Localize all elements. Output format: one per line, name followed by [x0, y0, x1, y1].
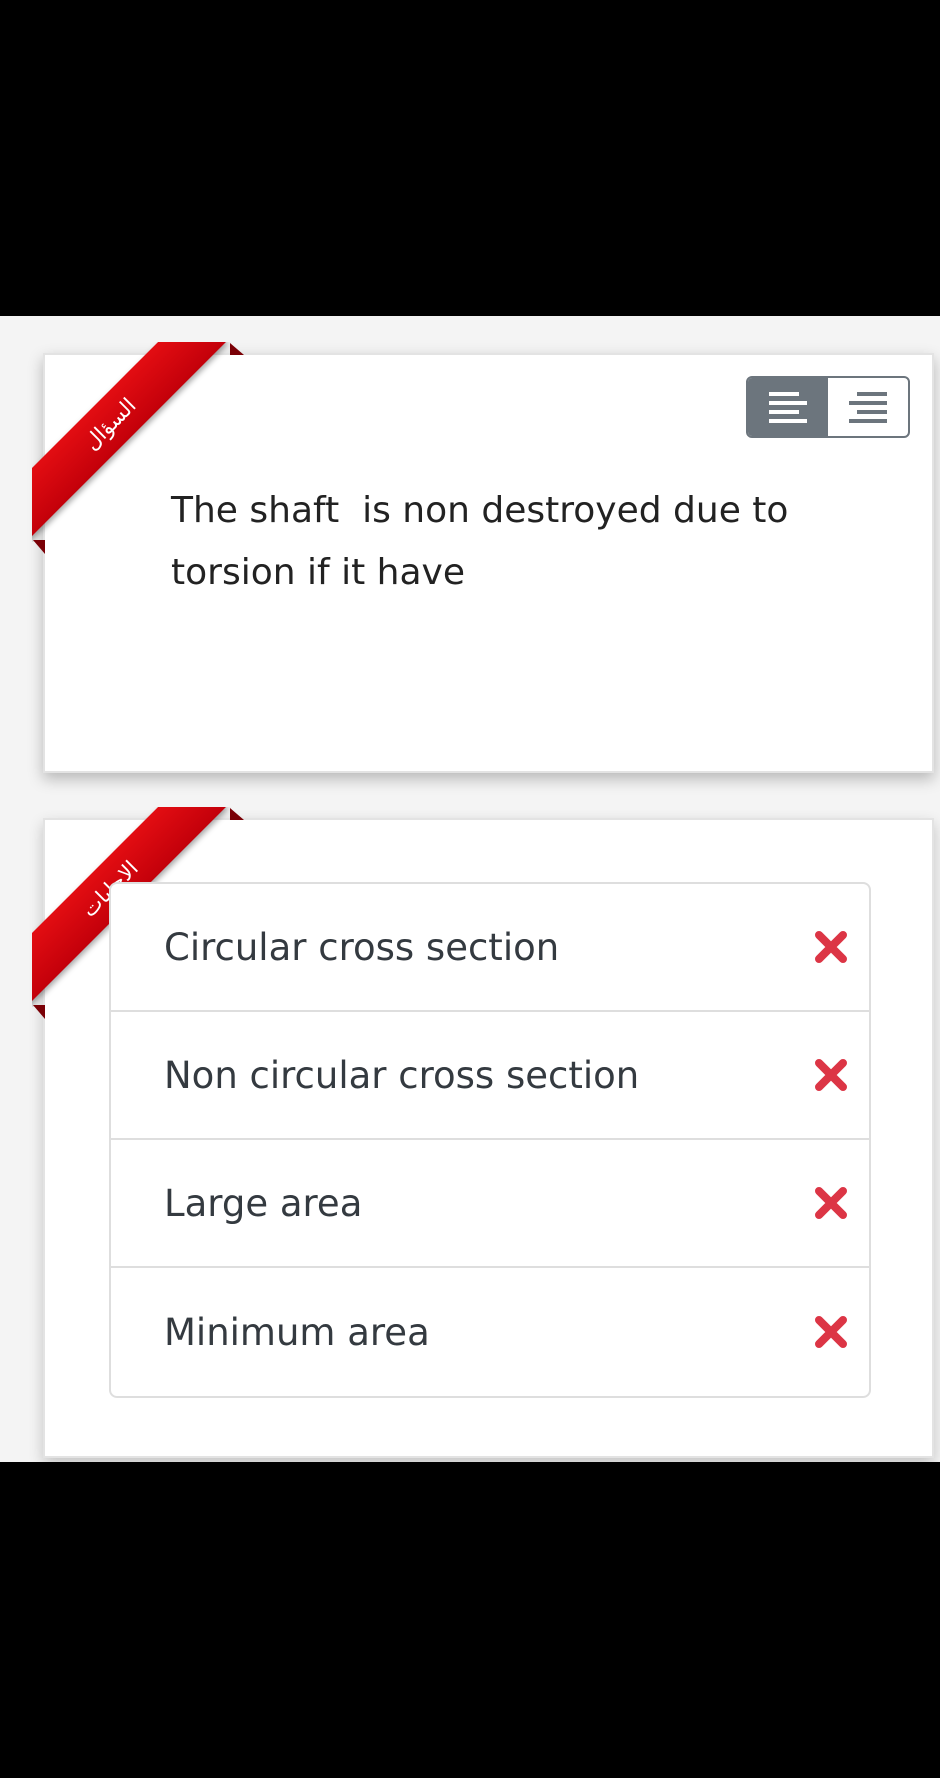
align-right-button[interactable] [828, 378, 908, 436]
align-right-icon [849, 391, 887, 423]
align-left-icon [769, 391, 807, 423]
ribbon-fold [33, 540, 45, 554]
ribbon-fold [230, 808, 244, 820]
question-text: The shaft is non destroyed due to torsio… [171, 490, 789, 593]
x-mark-icon [811, 927, 851, 967]
answer-label: Minimum area [164, 1310, 430, 1354]
answer-label: Non circular cross section [164, 1053, 640, 1097]
x-mark-icon [811, 1312, 851, 1352]
answer-option[interactable]: Non circular cross section [111, 1012, 869, 1140]
question-card: السؤال The shaft is non destroyed due to… [32, 342, 934, 773]
answer-option[interactable]: Circular cross section [111, 884, 869, 1012]
answers-card: الاجابات Circular cross section Non circ… [32, 807, 934, 1458]
answer-label: Large area [164, 1181, 363, 1225]
x-mark-icon [811, 1055, 851, 1095]
align-left-button[interactable] [748, 378, 828, 436]
quiz-page: السؤال The shaft is non destroyed due to… [0, 316, 940, 1462]
answer-option[interactable]: Large area [111, 1140, 869, 1268]
answer-label: Circular cross section [164, 925, 560, 969]
answer-list: Circular cross section Non circular cros… [109, 882, 871, 1398]
answer-option[interactable]: Minimum area [111, 1268, 869, 1396]
text-align-toggle [746, 376, 910, 438]
ribbon-fold [33, 1005, 45, 1019]
x-mark-icon [811, 1183, 851, 1223]
ribbon-fold [230, 343, 244, 355]
